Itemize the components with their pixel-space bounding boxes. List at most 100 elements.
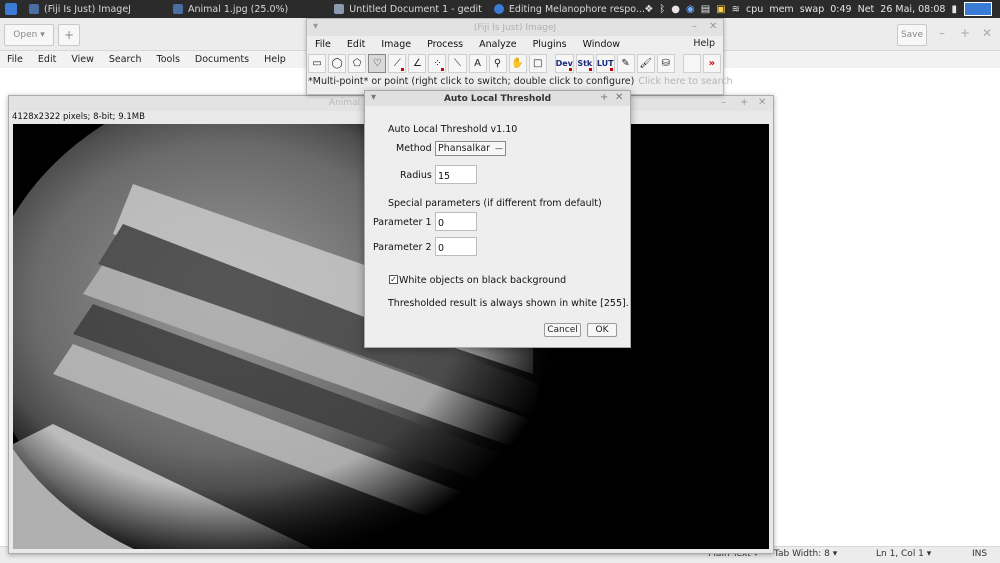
insert-mode: INS xyxy=(972,549,988,559)
menu-help[interactable]: Help xyxy=(693,38,715,49)
menu-edit[interactable]: Edit xyxy=(31,54,64,65)
hand-tool-icon[interactable]: ✋ xyxy=(508,53,527,73)
workspace-switcher-icon[interactable] xyxy=(964,2,992,16)
menu-help[interactable]: Help xyxy=(257,54,294,65)
method-label: Method xyxy=(396,143,432,154)
save-label: Save xyxy=(900,30,924,40)
polygon-tool-icon[interactable]: ⬠ xyxy=(348,53,367,73)
white-objects-label[interactable]: White objects on black background xyxy=(399,275,566,286)
clipboard-icon[interactable]: ▤ xyxy=(701,4,710,15)
task-label: Editing Melanophore respo... xyxy=(508,3,645,15)
parameter1-input[interactable] xyxy=(435,212,477,231)
menu-file[interactable]: File xyxy=(0,54,31,65)
open-button[interactable]: Open ▾ xyxy=(4,24,54,46)
close-icon[interactable]: ✕ xyxy=(982,26,992,40)
stack-tool-icon[interactable]: Stk xyxy=(575,53,594,73)
parameter2-input[interactable] xyxy=(435,237,477,256)
radius-label: Radius xyxy=(400,170,432,181)
maximize-icon[interactable]: + xyxy=(960,26,970,40)
ok-button[interactable]: OK xyxy=(587,323,617,337)
task-label: Untitled Document 1 - gedit xyxy=(349,3,482,15)
window-menu-icon[interactable]: ▾ xyxy=(371,92,376,103)
multipoint-tool-icon[interactable]: ⁘ xyxy=(428,53,447,73)
menu-process[interactable]: Process xyxy=(419,39,471,50)
menu-file[interactable]: File xyxy=(307,39,339,50)
radius-input[interactable] xyxy=(435,165,477,184)
menu-documents[interactable]: Documents xyxy=(188,54,257,65)
wand-tool-icon[interactable]: ⟍ xyxy=(448,53,467,73)
task-fiji-image[interactable]: Animal 1.jpg (25.0%) xyxy=(167,0,294,18)
minimize-icon[interactable]: – xyxy=(939,26,945,40)
threshold-note: Thresholded result is always shown in wh… xyxy=(388,298,629,309)
menu-image[interactable]: Image xyxy=(373,39,419,50)
text-tool-icon[interactable]: A xyxy=(468,53,487,73)
maximize-icon[interactable]: + xyxy=(600,92,608,103)
fiji-statusbar: *Multi-point* or point (right click to s… xyxy=(307,74,733,88)
fiji-status-text: *Multi-point* or point (right click to s… xyxy=(308,75,635,87)
task-label: Animal 1.jpg (25.0%) xyxy=(187,3,289,15)
menu-window[interactable]: Window xyxy=(575,39,628,50)
close-icon[interactable]: ✕ xyxy=(758,97,766,108)
cursor-position-label: Ln 1, Col 1 xyxy=(876,549,924,559)
dialog-titlebar[interactable]: Auto Local Threshold ▾ + ✕ xyxy=(365,91,630,106)
fiji-main-window: (Fiji Is Just) ImageJ ▾ – ✕ File Edit Im… xyxy=(306,18,733,95)
cpu-monitor: cpu xyxy=(746,3,764,15)
taskbar: (Fiji Is Just) ImageJ Animal 1.jpg (25.0… xyxy=(0,0,1000,18)
swap-monitor: swap xyxy=(799,3,825,15)
cursor-position[interactable]: Ln 1, Col 1 ▾ xyxy=(876,549,931,559)
time-counter: 0:49 xyxy=(830,3,852,15)
menu-edit[interactable]: Edit xyxy=(339,39,373,50)
line-tool-icon[interactable]: ⟋ xyxy=(388,53,407,73)
menu-tools[interactable]: Tools xyxy=(150,54,188,65)
zoom-tool-icon[interactable]: ⚲ xyxy=(488,53,507,73)
oval-tool-icon[interactable]: ◯ xyxy=(328,53,347,73)
dropbox-icon[interactable]: ❖ xyxy=(644,4,653,15)
chromium-icon[interactable]: ◉ xyxy=(686,4,695,15)
more-tools-icon[interactable]: » xyxy=(702,53,721,73)
angle-tool-icon[interactable]: ∠ xyxy=(408,53,427,73)
bluetooth-icon[interactable]: ᛒ xyxy=(659,4,665,15)
flood-fill-icon[interactable]: ⛁ xyxy=(656,53,675,73)
close-icon[interactable]: ✕ xyxy=(615,92,623,103)
task-fiji-main[interactable]: (Fiji Is Just) ImageJ xyxy=(23,0,137,18)
minimize-icon[interactable]: – xyxy=(721,97,726,108)
dialog-title: Auto Local Threshold xyxy=(443,93,552,104)
app-menu-icon[interactable] xyxy=(5,3,17,15)
dialog-version: Auto Local Threshold v1.10 xyxy=(388,124,518,135)
minimize-icon[interactable]: – xyxy=(692,21,697,32)
dev-tool-icon[interactable]: Dev xyxy=(554,53,574,73)
fiji-titlebar[interactable]: (Fiji Is Just) ImageJ ▾ – ✕ xyxy=(307,19,723,36)
fiji-toolbar: ▭ ◯ ⬠ ♡ ⟋ ∠ ⁘ ⟍ A ⚲ ✋ □ Dev Stk LUT ✎ 🖌 … xyxy=(307,52,723,74)
rectangle-tool-icon[interactable]: ▭ xyxy=(308,53,327,73)
lut-tool-icon[interactable]: LUT xyxy=(595,53,615,73)
new-tab-button[interactable]: + xyxy=(58,24,80,46)
brush-tool-icon[interactable]: 🖌 xyxy=(636,53,655,73)
maximize-icon[interactable]: + xyxy=(740,97,748,108)
window-menu-icon[interactable]: ▾ xyxy=(313,21,318,32)
color-picker-icon[interactable]: □ xyxy=(528,53,547,73)
menu-plugins[interactable]: Plugins xyxy=(525,39,575,50)
method-select[interactable]: Phansalkar — xyxy=(435,141,506,156)
pencil-tool-icon[interactable]: ✎ xyxy=(616,53,635,73)
white-objects-checkbox[interactable]: ✓ xyxy=(389,275,398,284)
freehand-tool-icon[interactable]: ♡ xyxy=(368,53,387,73)
close-icon[interactable]: ✕ xyxy=(709,21,717,32)
chat-icon[interactable]: ● xyxy=(671,4,680,15)
fiji-title: (Fiji Is Just) ImageJ xyxy=(473,22,557,33)
battery-icon[interactable]: ▮ xyxy=(951,4,957,15)
search-field[interactable]: Click here to search xyxy=(638,76,732,87)
chevron-down-icon: — xyxy=(495,144,503,153)
save-button[interactable]: Save xyxy=(897,24,927,46)
browser-icon xyxy=(493,4,504,14)
cancel-button[interactable]: Cancel xyxy=(544,323,581,337)
clock[interactable]: 26 Mai, 08:08 xyxy=(880,4,945,15)
menu-search[interactable]: Search xyxy=(102,54,150,65)
tab-width-label: Tab Width: 8 xyxy=(774,549,830,559)
menu-analyze[interactable]: Analyze xyxy=(471,39,524,50)
task-gedit[interactable]: Untitled Document 1 - gedit xyxy=(328,0,488,18)
wifi-icon[interactable]: ≋ xyxy=(732,4,740,15)
update-icon[interactable]: ▣ xyxy=(716,4,725,15)
tab-width-selector[interactable]: Tab Width: 8 ▾ xyxy=(774,549,837,559)
task-browser[interactable]: Editing Melanophore respo... xyxy=(488,0,651,18)
menu-view[interactable]: View xyxy=(64,54,102,65)
